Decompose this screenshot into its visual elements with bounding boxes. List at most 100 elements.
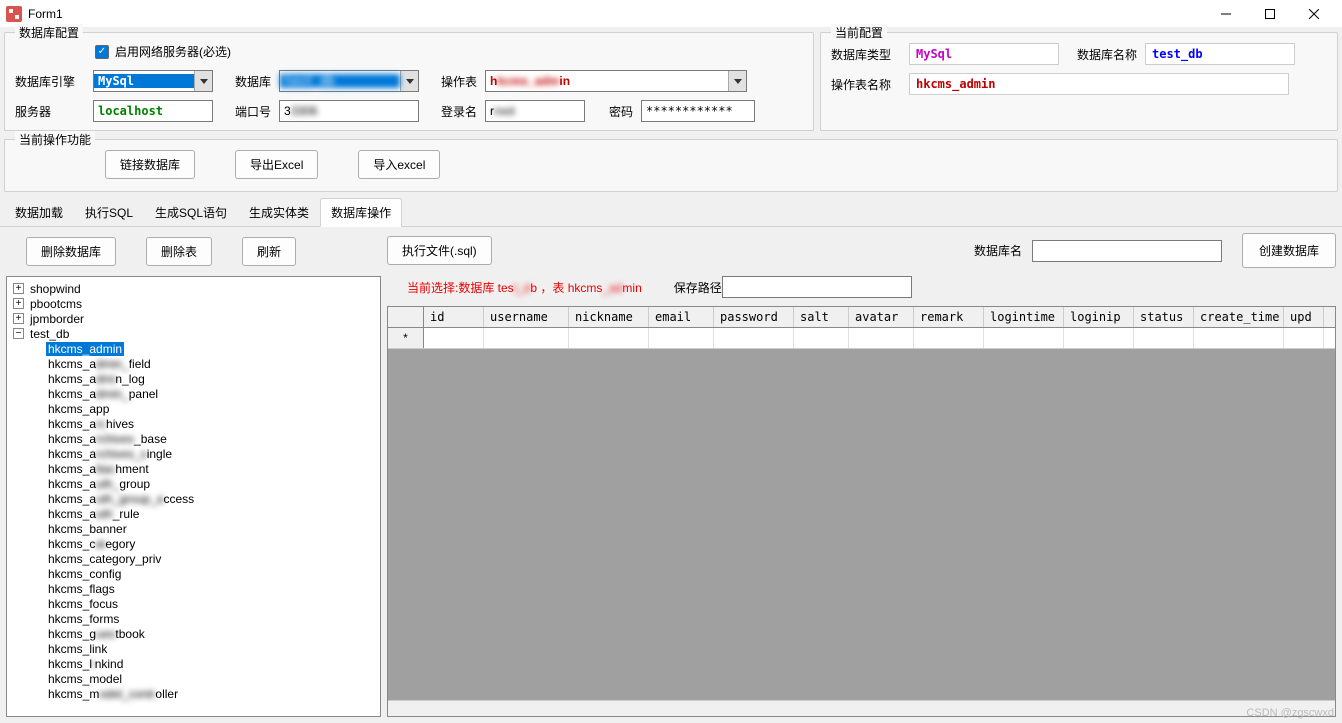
tree-node[interactable]: hkcms_flags — [9, 581, 378, 596]
grid-cell[interactable] — [794, 328, 849, 348]
grid-cell[interactable] — [569, 328, 649, 348]
window-title: Form1 — [28, 7, 1204, 21]
tree-node[interactable]: +pbootcms — [9, 296, 378, 311]
data-grid[interactable]: idusernamenicknameemailpasswordsaltavata… — [387, 306, 1336, 717]
grid-column-update_time[interactable]: upd — [1284, 307, 1324, 327]
tree-node[interactable]: hkcms_archives_single — [9, 446, 378, 461]
grid-cell[interactable] — [1134, 328, 1194, 348]
grid-column-id[interactable]: id — [424, 307, 484, 327]
grid-cell[interactable] — [1194, 328, 1284, 348]
grid-column-email[interactable]: email — [649, 307, 714, 327]
grid-column-avatar[interactable]: avatar — [849, 307, 914, 327]
tree-node[interactable]: hkcms_model — [9, 671, 378, 686]
close-button[interactable] — [1292, 1, 1336, 27]
grid-cell[interactable] — [914, 328, 984, 348]
tab-gen_sql[interactable]: 生成SQL语句 — [144, 198, 238, 227]
connect-db-button[interactable]: 链接数据库 — [105, 150, 195, 179]
expand-icon[interactable]: + — [13, 298, 24, 309]
tree-node-label: hkcms_archives_single — [46, 447, 174, 461]
grid-cell[interactable] — [984, 328, 1064, 348]
grid-body[interactable]: * — [388, 328, 1335, 700]
grid-header: idusernamenicknameemailpasswordsaltavata… — [388, 307, 1335, 328]
delete-table-button[interactable]: 删除表 — [146, 237, 212, 266]
grid-column-nickname[interactable]: nickname — [569, 307, 649, 327]
db-engine-combo[interactable]: MySql — [93, 70, 213, 92]
tree-node[interactable]: hkcms_link — [9, 641, 378, 656]
minimize-button[interactable] — [1204, 1, 1248, 27]
grid-cell[interactable] — [714, 328, 794, 348]
export-excel-button[interactable]: 导出Excel — [235, 150, 318, 179]
tree-node[interactable]: hkcms_admin_field — [9, 356, 378, 371]
grid-cell[interactable] — [1064, 328, 1134, 348]
tree-node-label: hkcms_focus — [46, 597, 120, 611]
tree-node[interactable]: hkcms_auth_rule — [9, 506, 378, 521]
tree-node[interactable]: hkcms_admin — [9, 341, 378, 356]
grid-horizontal-scrollbar[interactable] — [388, 700, 1335, 716]
grid-column-logintime[interactable]: logintime — [984, 307, 1064, 327]
collapse-icon[interactable]: − — [13, 328, 24, 339]
database-label: 数据库 — [221, 73, 271, 90]
tree-node[interactable]: hkcms_model_controller — [9, 686, 378, 701]
grid-column-username[interactable]: username — [484, 307, 569, 327]
expand-icon[interactable]: + — [13, 283, 24, 294]
tab-gen_entity[interactable]: 生成实体类 — [238, 198, 320, 227]
refresh-button[interactable]: 刷新 — [242, 237, 296, 266]
tree-node[interactable]: hkcms_category — [9, 536, 378, 551]
tree-node[interactable]: hkcms_app — [9, 401, 378, 416]
server-input[interactable]: localhost — [93, 100, 213, 122]
tree-node[interactable]: hkcms_category_priv — [9, 551, 378, 566]
tree-node[interactable]: +shopwind — [9, 281, 378, 296]
tree-node-label: hkcms_category — [46, 537, 137, 551]
grid-cell[interactable] — [484, 328, 569, 348]
tree-node[interactable]: hkcms_archives — [9, 416, 378, 431]
grid-column-loginip[interactable]: loginip — [1064, 307, 1134, 327]
tree-node[interactable]: hkcms_archives_base — [9, 431, 378, 446]
tree-node-label: hkcms_admin_field — [46, 357, 153, 371]
grid-column-password[interactable]: password — [714, 307, 794, 327]
grid-column-salt[interactable]: salt — [794, 307, 849, 327]
maximize-button[interactable] — [1248, 1, 1292, 27]
import-excel-button[interactable]: 导入excel — [358, 150, 440, 179]
tree-node[interactable]: hkcms_admin_panel — [9, 386, 378, 401]
tree-node[interactable]: hkcms_admin_log — [9, 371, 378, 386]
save-path-input[interactable] — [722, 276, 912, 298]
grid-cell[interactable] — [849, 328, 914, 348]
tree-node[interactable]: hkcms_auth_group — [9, 476, 378, 491]
grid-cell[interactable] — [424, 328, 484, 348]
create-db-button[interactable]: 创建数据库 — [1242, 233, 1336, 268]
tree-node[interactable]: hkcms_focus — [9, 596, 378, 611]
port-input[interactable]: 33306 — [279, 100, 419, 122]
db-tree[interactable]: +shopwind+pbootcms+jpmborder−test_dbhkcm… — [6, 276, 381, 717]
current-config-legend: 当前配置 — [831, 24, 887, 41]
tree-node[interactable]: hkcms_config — [9, 566, 378, 581]
grid-column-status[interactable]: status — [1134, 307, 1194, 327]
exec-sql-file-button[interactable]: 执行文件(.sql) — [387, 236, 492, 265]
delete-db-button[interactable]: 删除数据库 — [26, 237, 116, 266]
tree-node[interactable]: hkcms_banner — [9, 521, 378, 536]
op-table-combo[interactable]: hkcms_admin — [485, 70, 747, 92]
tree-node[interactable]: hkcms_attachment — [9, 461, 378, 476]
database-combo[interactable]: test_db — [279, 70, 419, 92]
current-ops-legend: 当前操作功能 — [15, 131, 95, 148]
grid-cell[interactable] — [1284, 328, 1324, 348]
password-input[interactable]: ************ — [641, 100, 755, 122]
enable-network-checkbox[interactable] — [95, 45, 109, 59]
tree-node[interactable]: hkcms_auth_group_access — [9, 491, 378, 506]
grid-new-row[interactable]: * — [388, 328, 1335, 349]
tab-db_ops[interactable]: 数据库操作 — [320, 198, 402, 227]
grid-column-create_time[interactable]: create_time — [1194, 307, 1284, 327]
tree-node[interactable]: + jpmborder — [9, 311, 378, 326]
login-input[interactable]: rroot — [485, 100, 585, 122]
expand-icon[interactable]: + — [13, 313, 24, 324]
grid-cell[interactable] — [649, 328, 714, 348]
db-name-input[interactable] — [1032, 240, 1222, 262]
tree-node[interactable]: hkcms_guestbook — [9, 626, 378, 641]
tab-load[interactable]: 数据加载 — [4, 198, 74, 227]
tree-node[interactable]: hkcms_forms — [9, 611, 378, 626]
tab-exec[interactable]: 执行SQL — [74, 198, 144, 227]
tree-node-label: jpmborder — [28, 312, 86, 326]
tree-node-label: hkcms_link — [46, 642, 109, 656]
grid-column-remark[interactable]: remark — [914, 307, 984, 327]
tree-node[interactable]: hkcms_linkind — [9, 656, 378, 671]
tree-node[interactable]: −test_db — [9, 326, 378, 341]
